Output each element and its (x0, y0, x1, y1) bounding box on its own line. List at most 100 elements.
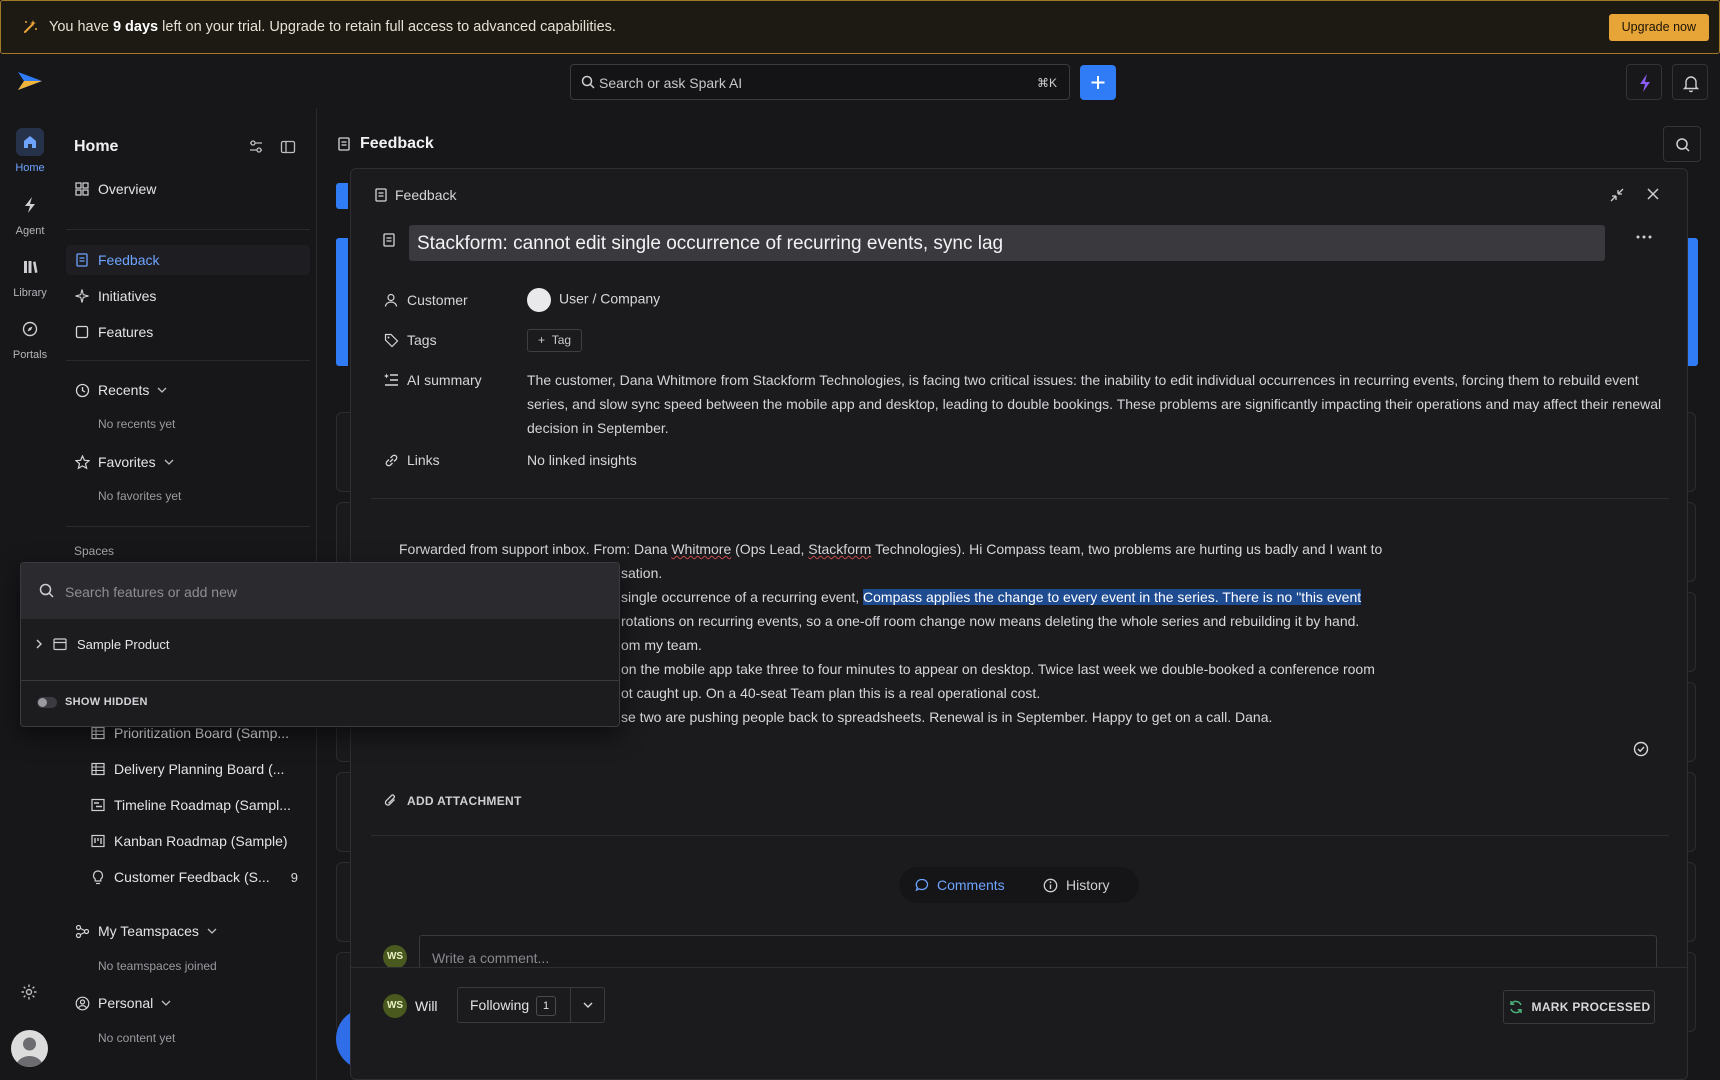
document-icon (338, 137, 350, 151)
chevron-down-icon (164, 459, 174, 465)
more-options-icon[interactable] (1636, 235, 1652, 239)
rail-agent[interactable]: Agent (0, 191, 60, 237)
following-button[interactable]: Following 1 (457, 987, 605, 1023)
spark-ai-button[interactable] (1626, 64, 1662, 100)
upgrade-now-button[interactable]: Upgrade now (1608, 14, 1709, 41)
document-icon (74, 252, 90, 268)
space-item[interactable]: Delivery Planning Board (... (90, 755, 310, 783)
sidebar-recents[interactable]: Recents (74, 382, 167, 398)
sidebar-title: Home (74, 138, 119, 155)
sidebar-favorites[interactable]: Favorites (74, 454, 174, 470)
space-item[interactable]: Timeline Roadmap (Sampl... (90, 791, 310, 819)
sidebar-item-overview[interactable]: Overview (66, 174, 310, 204)
chevron-right-icon[interactable] (35, 638, 43, 650)
plus-icon (1091, 76, 1105, 89)
sidebar-item-features[interactable]: Features (66, 317, 310, 347)
app-logo[interactable] (18, 72, 42, 90)
clock-icon (74, 382, 90, 398)
customer-avatar (527, 288, 551, 312)
link-icon (383, 452, 399, 468)
bolt-icon (1640, 74, 1650, 92)
space-item[interactable]: Kanban Roadmap (Sample) (90, 827, 310, 855)
create-button[interactable] (1080, 65, 1116, 100)
customer-property: Customer (383, 292, 468, 308)
star-icon (74, 454, 90, 470)
feedback-title-input[interactable]: Stackform: cannot edit single occurrence… (409, 225, 1605, 261)
sidebar-item-feedback[interactable]: Feedback (66, 245, 310, 275)
table-icon (90, 761, 106, 777)
background-accent (336, 238, 348, 366)
notifications-button[interactable] (1672, 64, 1708, 100)
square-icon (74, 324, 90, 340)
trial-banner: You have 9 days left on your trial. Upgr… (0, 0, 1720, 54)
add-tag-button[interactable]: + Tag (527, 329, 583, 352)
sidebar-divider (66, 229, 310, 230)
feedback-count-badge: 9 (290, 869, 298, 885)
product-icon (53, 637, 67, 651)
bolt-icon (16, 191, 44, 219)
sidebar-personal[interactable]: Personal (74, 995, 171, 1011)
grid-icon (74, 181, 90, 197)
paperclip-icon (384, 794, 395, 806)
selected-text: Compass applies the change to every even… (863, 589, 1362, 605)
recents-empty: No recents yet (98, 417, 176, 431)
personal-empty: No content yet (98, 1031, 176, 1045)
teamspace-icon (74, 923, 90, 939)
sidebar-divider (66, 526, 310, 527)
comment-icon (915, 878, 929, 892)
popover-divider (21, 680, 619, 681)
page-search-button[interactable] (1663, 126, 1701, 162)
sidebar-divider (66, 360, 310, 361)
customer-value[interactable]: User / Company (527, 288, 660, 312)
rail-portals[interactable]: Portals (0, 315, 60, 361)
add-attachment-button[interactable]: ADD ATTACHMENT (383, 793, 522, 808)
mark-processed-button[interactable]: MARK PROCESSED (1503, 990, 1655, 1024)
search-icon (1676, 138, 1690, 152)
modal-divider (371, 498, 1669, 499)
lightbulb-icon (90, 869, 106, 885)
rail-home[interactable]: Home (0, 128, 60, 174)
modal-header-title: Feedback (375, 187, 456, 203)
document-icon (383, 233, 395, 247)
chevron-down-icon[interactable] (582, 999, 594, 1011)
show-hidden-toggle[interactable]: SHOW HIDDEN (37, 696, 148, 708)
product-tree-item[interactable]: Sample Product (21, 625, 619, 663)
search-shortcut: ⌘K (1036, 76, 1057, 90)
chevron-down-icon (157, 387, 167, 393)
sidebar-item-initiatives[interactable]: Initiatives (66, 281, 310, 311)
close-icon[interactable] (1646, 187, 1660, 201)
tab-history[interactable]: History (1043, 867, 1110, 903)
filter-sliders-icon[interactable] (248, 139, 264, 155)
settings-gear-icon[interactable] (20, 983, 38, 1001)
global-search[interactable]: Search or ask Spark AI ⌘K (570, 64, 1070, 100)
owner-name: Will (415, 998, 438, 1014)
home-icon (16, 128, 44, 156)
tags-property: Tags (383, 332, 437, 348)
kanban-icon (90, 833, 106, 849)
person-icon (383, 292, 399, 308)
sidebar-teamspaces[interactable]: My Teamspaces (74, 923, 217, 939)
sparkle-icon (74, 288, 90, 304)
sparkle-icon (21, 18, 39, 36)
background-tab-accent (336, 183, 348, 209)
compass-icon (16, 315, 44, 343)
modal-divider (371, 835, 1669, 836)
check-circle-icon[interactable] (1633, 741, 1649, 757)
rail-library[interactable]: Library (0, 253, 60, 299)
refresh-icon (1509, 1000, 1522, 1014)
tab-comments[interactable]: Comments (915, 867, 1005, 903)
plus-icon: + (538, 333, 546, 347)
links-value: No linked insights (527, 452, 637, 468)
collapse-panel-icon[interactable] (280, 139, 296, 155)
person-circle-icon (74, 995, 90, 1011)
owner-avatar: WS (383, 994, 407, 1018)
spaces-label: Spaces (74, 544, 115, 558)
teamspaces-empty: No teamspaces joined (98, 959, 217, 973)
space-item[interactable]: Customer Feedback (S... 9 (90, 863, 310, 891)
favorites-empty: No favorites yet (98, 489, 182, 503)
bell-icon (1682, 76, 1700, 93)
toggle-switch[interactable] (37, 696, 57, 708)
user-avatar[interactable] (11, 1030, 48, 1067)
collapse-icon[interactable] (1609, 187, 1625, 203)
feature-search-input[interactable]: Search features or add new (21, 563, 619, 619)
